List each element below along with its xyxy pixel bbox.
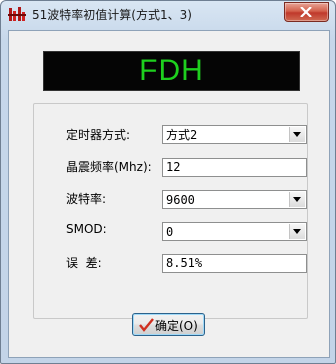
dialog-client-area: FDH 定时器方式: 方式2 晶震频率(Mhz): 12 波特率: 9600 S… [8,30,330,358]
input-group: 定时器方式: 方式2 晶震频率(Mhz): 12 波特率: 9600 SMOD:… [33,103,308,319]
error-label: 误 差: [66,256,102,270]
baud-rate-value: 9600 [166,193,195,207]
baud-rate-dropdown-button[interactable] [289,192,305,207]
chevron-down-icon [293,132,301,137]
timer-mode-value: 方式2 [166,128,198,142]
window-title: 51波特率初值计算(方式1、3) [32,8,192,22]
dialog-window: 51波特率初值计算(方式1、3) FDH 定时器方式: 方式2 晶震频率(Mhz… [0,0,336,364]
chevron-down-icon [293,229,301,234]
error-output-field[interactable]: 8.51% [162,254,307,273]
baud-rate-select[interactable]: 9600 [162,190,307,209]
checkmark-icon [139,318,154,332]
crystal-frequency-input[interactable]: 12 [162,158,307,177]
smod-label: SMOD: [66,222,107,236]
smod-select[interactable]: 0 [162,222,307,241]
result-display-text: FDH [139,54,204,87]
timer-mode-label: 定时器方式: [66,128,131,142]
close-button[interactable] [284,2,329,22]
ok-button-label: 确定(O) [155,319,198,333]
smod-value: 0 [166,225,174,239]
crystal-frequency-label: 晶震频率(Mhz): [66,160,152,174]
result-display: FDH [43,51,300,91]
smod-dropdown-button[interactable] [289,224,305,239]
timer-mode-dropdown-button[interactable] [289,127,305,142]
app-icon [8,6,26,22]
chevron-down-icon [293,197,301,202]
ok-button[interactable]: 确定(O) [132,313,205,336]
title-bar[interactable]: 51波特率初值计算(方式1、3) [1,1,335,27]
baud-rate-label: 波特率: [66,192,107,206]
close-icon [300,7,312,17]
timer-mode-select[interactable]: 方式2 [162,125,307,144]
